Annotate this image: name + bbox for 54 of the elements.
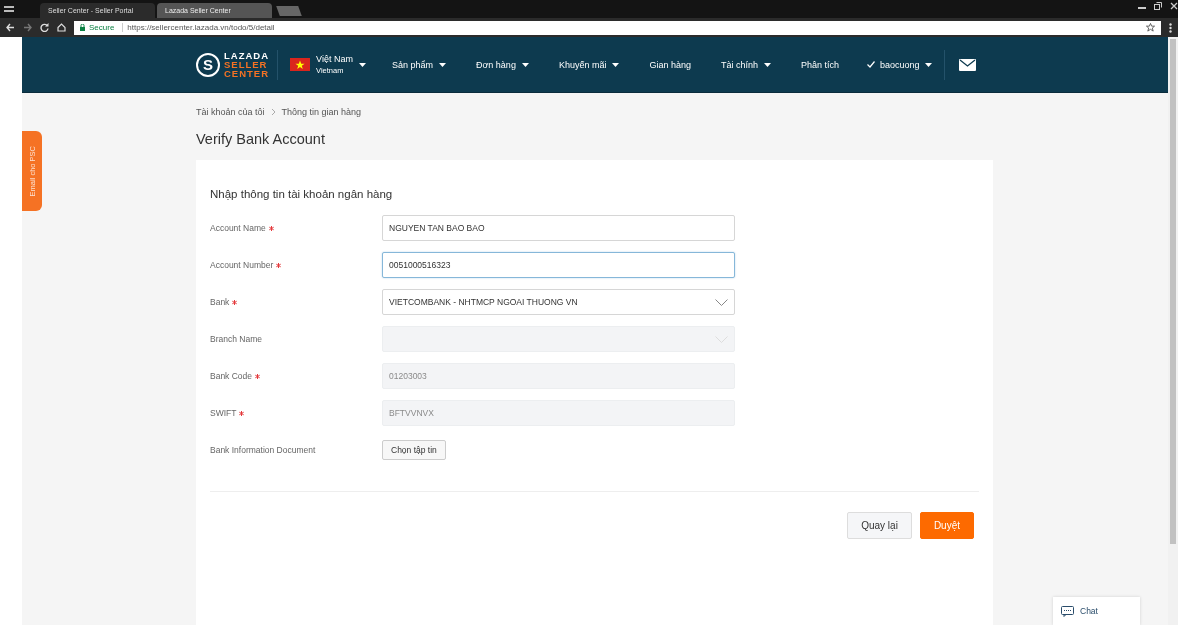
url-text: https://sellercenter.lazada.vn/todo/5/detail [127, 23, 275, 32]
input-field[interactable]: 0051000516323 [382, 252, 735, 278]
new-tab-button[interactable] [276, 6, 302, 16]
input-field: BFTVVNVX [382, 400, 735, 426]
nav-menu-item[interactable]: Khuyến mãi [558, 59, 620, 70]
caret-icon [924, 62, 932, 67]
chat-bubble-icon [1061, 605, 1074, 617]
field-label: Account Number [210, 260, 382, 270]
input-field[interactable]: NGUYEN TAN BAO BAO [382, 215, 735, 241]
logo-mark: S [196, 52, 220, 77]
choose-file-button[interactable]: Chọn tập tin [382, 440, 446, 460]
restore-icon[interactable] [1154, 2, 1162, 10]
field-label: Bank [210, 297, 382, 307]
chat-button[interactable]: Chat [1053, 597, 1140, 625]
reload-icon[interactable] [40, 23, 49, 32]
nav-menu-item[interactable]: Gian hàng [649, 59, 691, 70]
section-heading: Nhập thông tin tài khoản ngân hàng [210, 188, 394, 200]
user-menu[interactable]: baocuong [867, 49, 945, 80]
bookmark-star-icon[interactable] [1146, 23, 1155, 32]
input-field: 01203003 [382, 363, 735, 389]
app-menu-icon[interactable] [4, 4, 14, 14]
logo-text: LAZADA [224, 51, 270, 60]
home-icon[interactable] [57, 23, 66, 32]
caret-icon [358, 62, 366, 67]
logo-text: SELLER [224, 60, 269, 69]
flag-icon [290, 58, 311, 71]
logo[interactable]: S LAZADA SELLER CENTER [196, 49, 279, 80]
close-icon[interactable] [1170, 2, 1178, 10]
chevron-down-icon [715, 298, 728, 306]
field-label: Bank Information Document [210, 445, 317, 455]
field-label: SWIFT [210, 408, 382, 418]
check-icon [867, 61, 876, 68]
forward-icon[interactable] [23, 23, 32, 32]
page-title: Verify Bank Account [196, 131, 326, 147]
back-button[interactable]: Quay lại [847, 512, 912, 539]
chevron-down-icon [715, 335, 728, 343]
field-label: Account Name [210, 223, 382, 233]
nav-menu-item[interactable]: Tài chính [720, 59, 771, 70]
chevron-right-icon [270, 108, 276, 116]
logo-text: CENTER [224, 69, 270, 78]
nav-menu-item[interactable]: Đơn hàng [475, 59, 529, 70]
secure-label: Secure [89, 23, 115, 32]
back-icon[interactable] [6, 23, 15, 32]
field-label: Branch Name [210, 334, 263, 344]
mail-icon[interactable] [958, 58, 976, 71]
address-bar[interactable]: Secure https://sellercenter.lazada.vn/todo/5/detail [74, 20, 1161, 35]
select-field[interactable]: VIETCOMBANK - NHTMCP NGOAI THUONG VN [382, 289, 735, 315]
lock-icon [80, 24, 85, 31]
nav-menu-item[interactable]: Phân tích [801, 59, 840, 70]
breadcrumb-link[interactable]: Thông tin gian hàng [281, 107, 362, 117]
more-menu-icon[interactable] [1169, 22, 1172, 33]
breadcrumb-link[interactable]: Tài khoản của tôi [196, 107, 265, 117]
field-label: Bank Code [210, 371, 382, 381]
nav-menu-item[interactable]: Sản phẩm [391, 59, 446, 70]
